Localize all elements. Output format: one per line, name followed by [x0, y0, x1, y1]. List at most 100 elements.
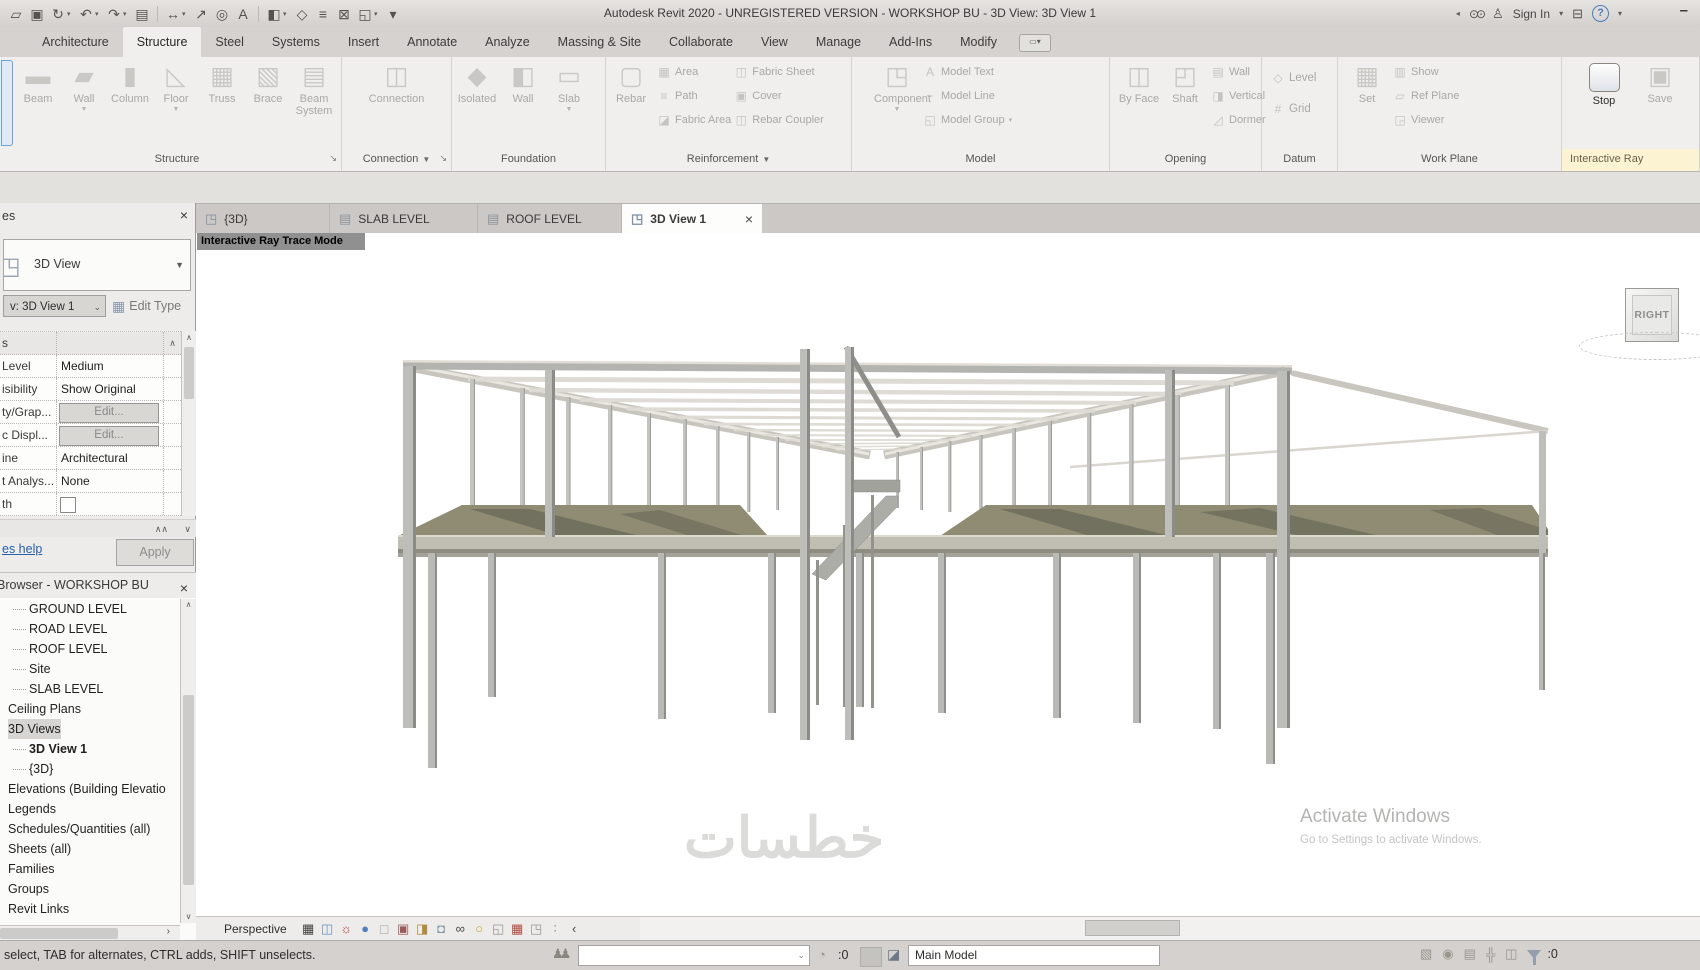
panel-label-work-plane[interactable]: Work Plane — [1338, 149, 1561, 171]
browser-item-groups[interactable]: Groups — [0, 879, 180, 899]
open-icon[interactable]: ▱ — [6, 4, 26, 24]
sync-with-central-icon[interactable]: ↻ — [48, 4, 68, 24]
type-selector[interactable]: ◳ 3D View ▼ — [3, 239, 191, 291]
roof-framing[interactable] — [402, 345, 1549, 469]
browser-item-families[interactable]: Families — [0, 859, 180, 879]
switch-windows-icon-caret[interactable]: ▾ — [374, 10, 382, 18]
properties-close-icon[interactable]: × — [180, 207, 188, 223]
browser-item-3d-views[interactable]: 3D Views — [0, 719, 180, 739]
ribbon-button-ref-plane[interactable]: ▱ Ref Plane — [1390, 88, 1459, 103]
dialog-launcher-icon[interactable]: ↘ — [329, 153, 337, 164]
sync-with-central-icon-caret[interactable]: ▾ — [67, 10, 75, 18]
crop-dim-icon[interactable]: ◻ — [375, 918, 394, 940]
ribbon-tab-view[interactable]: View — [747, 27, 802, 57]
ribbon-tab-systems[interactable]: Systems — [258, 27, 334, 57]
browser-item-3d-view-1[interactable]: 3D View 1 — [0, 739, 180, 759]
properties-scrollbar[interactable]: ∧ — [181, 331, 196, 516]
browser-item-revit-links[interactable]: Revit Links — [0, 899, 180, 919]
help-caret-icon[interactable]: ▾ — [1618, 9, 1622, 18]
ribbon-button-floor[interactable]: ◺ Floor ▼ — [153, 57, 199, 113]
ribbon-button-wall[interactable]: ▤ Wall — [1208, 64, 1266, 79]
properties-help-link[interactable]: es help — [2, 542, 42, 556]
view-filter-caret-icon[interactable]: ⌄ — [93, 296, 101, 318]
thin-lines-icon[interactable]: ≡ — [313, 4, 333, 24]
displaced-elements-icon[interactable]: ◳ — [527, 918, 546, 940]
combo-caret-icon[interactable]: ⌄ — [797, 950, 805, 961]
collapse-icon[interactable]: ‹ — [565, 918, 584, 940]
ribbon-tab-structure[interactable]: Structure — [122, 27, 202, 57]
ribbon-tab-architecture[interactable]: Architecture — [28, 27, 123, 57]
locked-view-icon[interactable]: ◘ — [432, 918, 451, 940]
browser-item-elevations-building-elevatio[interactable]: Elevations (Building Elevatio — [0, 779, 180, 799]
default-3d-view-icon-caret[interactable]: ▾ — [283, 10, 291, 18]
ribbon-button-show[interactable]: ▥ Show — [1390, 64, 1459, 79]
filter-icon[interactable] — [1527, 949, 1542, 965]
scrollbar-thumb[interactable] — [0, 928, 118, 939]
ribbon-button-save[interactable]: ▣ Save — [1632, 57, 1688, 105]
ribbon-button-truss[interactable]: ▦ Truss — [199, 57, 245, 105]
save-icon[interactable]: ▣ — [27, 4, 47, 24]
panel-caret-icon[interactable]: ▼ — [422, 155, 430, 164]
dropdown-caret-icon[interactable]: ▼ — [153, 106, 199, 113]
scrollbar-thumb[interactable] — [1085, 920, 1180, 936]
sign-in-caret-icon[interactable]: ▾ — [1559, 9, 1563, 18]
crop-visibility-icon[interactable]: ◨ — [413, 918, 432, 940]
ribbon-button-beam-system[interactable]: ▤ Beam System — [291, 57, 337, 117]
crop-region-icon[interactable]: ▣ — [394, 918, 413, 940]
browser-item-legends[interactable]: Legends — [0, 799, 180, 819]
ribbon-tab-modify[interactable]: Modify — [946, 27, 1011, 57]
panel-label-foundation[interactable]: Foundation — [452, 149, 605, 171]
panel-label-model[interactable]: Model — [852, 149, 1109, 171]
measure-icon-caret[interactable]: ▾ — [182, 10, 190, 18]
ribbon-button-rebar[interactable]: ▢ Rebar — [608, 57, 654, 105]
design-option-combo[interactable]: Main Model — [908, 945, 1160, 966]
default-3d-view-icon[interactable]: ◧ — [264, 4, 284, 24]
close-tab-icon[interactable]: × — [745, 211, 753, 227]
browser-item-sheets-all[interactable]: Sheets (all) — [0, 839, 180, 859]
view-tab-3d[interactable]: ◳ {3D} — [196, 204, 330, 233]
ribbon-tab-insert[interactable]: Insert — [334, 27, 393, 57]
browser-item-roof-level[interactable]: ROOF LEVEL — [0, 639, 180, 659]
status-button[interactable] — [860, 947, 882, 967]
ribbon-button-model-line[interactable]: ~ Model Line — [920, 88, 1012, 103]
ribbon-button-column[interactable]: ▮ Column — [107, 57, 153, 105]
ribbon-button-level[interactable]: ◇ Level — [1268, 70, 1316, 85]
property-value[interactable]: Edit... — [57, 424, 163, 446]
edit-button[interactable]: Edit... — [59, 426, 159, 446]
browser-item-schedules-quantities-all[interactable]: Schedules/Quantities (all) — [0, 819, 180, 839]
ribbon-button-by-face[interactable]: ◫ By Face — [1116, 57, 1162, 105]
ribbon-button-beam[interactable]: ▬ Beam — [15, 57, 61, 105]
panel-label-structure[interactable]: Structure — [13, 149, 341, 171]
design-options-icon[interactable]: ◪ — [887, 946, 900, 963]
search-back-icon[interactable]: ◂ — [1456, 9, 1460, 18]
dropdown-caret-icon[interactable]: ▼ — [874, 106, 920, 113]
editing-requests-icon[interactable]: ◔ — [818, 947, 826, 962]
drawing-area[interactable]: Interactive Ray Trace Mode RIGHT Activat… — [196, 233, 1700, 916]
dropdown-caret-icon[interactable]: ▾ — [1009, 116, 1013, 124]
select-pinned-icon[interactable]: ◉ — [1442, 946, 1453, 962]
ribbon-button-fabric-sheet[interactable]: ◫ Fabric Sheet — [731, 64, 824, 79]
scrollbar-thumb[interactable] — [183, 695, 194, 885]
visual-style-icon[interactable]: ▦ — [299, 918, 318, 940]
switch-windows-icon[interactable]: ◱ — [355, 4, 375, 24]
ribbon-button-model-group[interactable]: ◱ Model Group ▾ — [920, 112, 1012, 127]
ribbon-button-vertical[interactable]: ◨ Vertical — [1208, 88, 1266, 103]
ribbon-button-viewer[interactable]: ◲ Viewer — [1390, 112, 1459, 127]
property-value[interactable] — [57, 493, 163, 515]
panel-caret-icon[interactable]: ▼ — [762, 155, 770, 164]
panel-label-interactive-ray[interactable]: Interactive Ray — [1562, 149, 1699, 171]
close-hidden-windows-icon[interactable]: ⊠ — [334, 4, 354, 24]
ribbon-tab-manage[interactable]: Manage — [802, 27, 875, 57]
ribbon-tab-steel[interactable]: Steel — [201, 27, 258, 57]
scrollbar-thumb[interactable] — [184, 347, 194, 399]
text-icon[interactable]: A — [233, 4, 253, 24]
ribbon-tab-add-ins[interactable]: Add-Ins — [875, 27, 946, 57]
view-tab-3d-view-1[interactable]: ◳ 3D View 1 × — [622, 204, 762, 233]
ribbon-button-model-text[interactable]: A Model Text — [920, 64, 1012, 79]
tag-by-category-icon[interactable]: ◎ — [212, 4, 232, 24]
drag-on-selection-icon[interactable]: ╬ — [1486, 947, 1495, 962]
sun-path-icon[interactable]: ◫ — [318, 918, 337, 940]
ribbon-button-path[interactable]: ≡ Path — [654, 88, 731, 103]
scroll-down-icon[interactable]: ∨ — [181, 911, 196, 923]
reveal-constraints-icon[interactable]: ∶ — [546, 918, 565, 940]
